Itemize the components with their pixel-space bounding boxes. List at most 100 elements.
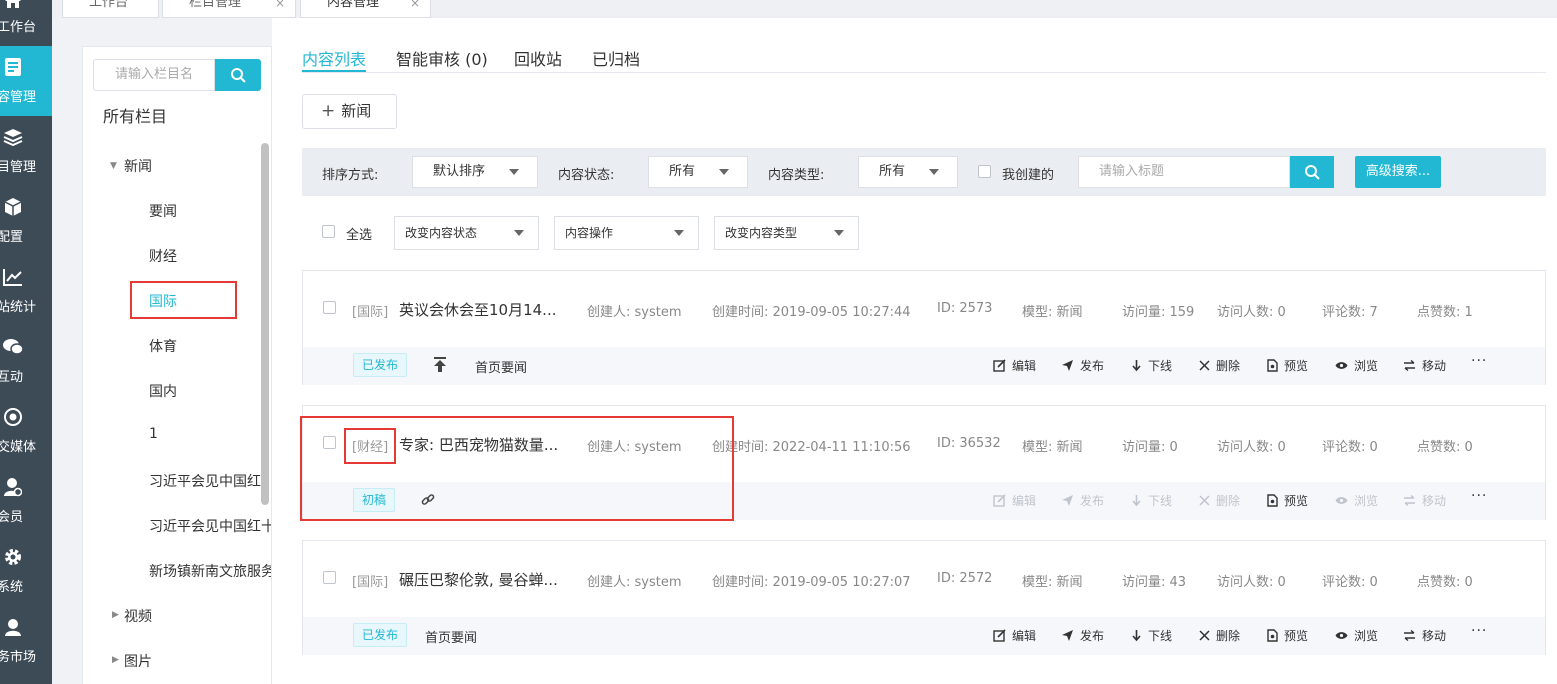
action-label: 发布 bbox=[1080, 359, 1105, 373]
type-select[interactable]: 所有 bbox=[858, 156, 958, 188]
move-button[interactable]: 移动 bbox=[1403, 627, 1446, 644]
tab-label: 工作台 bbox=[89, 0, 129, 10]
action-label: 预览 bbox=[1284, 359, 1309, 373]
publish-button[interactable]: 发布 bbox=[1061, 492, 1104, 509]
browse-button[interactable]: 浏览 bbox=[1335, 357, 1378, 374]
publish-button[interactable]: 发布 bbox=[1061, 357, 1104, 374]
pin-top-icon[interactable] bbox=[433, 357, 447, 377]
edit-button[interactable]: 编辑 bbox=[993, 492, 1036, 509]
offline-button[interactable]: 下线 bbox=[1131, 627, 1172, 644]
change-type-label: 改变内容类型 bbox=[725, 226, 798, 240]
new-button-label: 新闻 bbox=[341, 102, 372, 120]
created-time: 创建时间: 2019-09-05 10:27:07 bbox=[712, 575, 911, 590]
title-search-input[interactable]: 请输入标题 bbox=[1078, 156, 1290, 188]
nav-item-config[interactable]: 配置 bbox=[0, 186, 52, 256]
tree-node-child[interactable]: 要闻 bbox=[149, 201, 177, 221]
tab-archived[interactable]: 已归档 bbox=[592, 46, 640, 70]
close-icon[interactable]: × bbox=[275, 0, 285, 10]
close-icon[interactable]: × bbox=[410, 0, 420, 10]
row-checkbox[interactable] bbox=[323, 571, 336, 584]
nav-item-interact[interactable]: 互动 bbox=[0, 326, 52, 396]
tab-workbench[interactable]: 工作台 bbox=[62, 0, 159, 18]
edit-button[interactable]: 编辑 bbox=[993, 627, 1036, 644]
tab-content-list[interactable]: 内容列表 bbox=[302, 46, 366, 70]
change-status-select[interactable]: 改变内容状态 bbox=[394, 216, 539, 250]
tree-node-child[interactable]: 国内 bbox=[149, 381, 177, 401]
browse-button[interactable]: 浏览 bbox=[1335, 627, 1378, 644]
tree-node-images[interactable]: 图片 bbox=[124, 651, 152, 671]
select-all-label: 全选 bbox=[346, 228, 373, 243]
caret-right-icon[interactable]: ▶ bbox=[112, 655, 119, 665]
likes: 点赞数: 1 bbox=[1417, 305, 1473, 320]
search-icon bbox=[1305, 165, 1320, 180]
more-icon[interactable]: ··· bbox=[1471, 623, 1487, 639]
tree-node-child[interactable]: 财经 bbox=[149, 246, 177, 266]
preview-button[interactable]: 预览 bbox=[1267, 492, 1308, 509]
edit-button[interactable]: 编辑 bbox=[993, 357, 1036, 374]
nav-item-content[interactable]: 容管理 bbox=[0, 46, 52, 116]
preview-button[interactable]: 预览 bbox=[1267, 627, 1308, 644]
move-button[interactable]: 移动 bbox=[1403, 357, 1446, 374]
offline-button[interactable]: 下线 bbox=[1131, 357, 1172, 374]
title-search-button[interactable] bbox=[1290, 156, 1334, 188]
content-operation-label: 内容操作 bbox=[565, 226, 614, 240]
visitors: 访问人数: 0 bbox=[1217, 575, 1286, 590]
content-title[interactable]: 碾压巴黎伦敦, 曼谷蝉... bbox=[399, 569, 558, 590]
tree-scrollbar[interactable] bbox=[261, 143, 269, 505]
tree-node-child[interactable]: 习近平会见中国红 bbox=[149, 471, 261, 491]
tree-node-video[interactable]: 视频 bbox=[124, 606, 152, 626]
tree-node-news[interactable]: 新闻 bbox=[124, 156, 152, 176]
change-status-label: 改变内容状态 bbox=[405, 226, 478, 240]
select-all-checkbox[interactable] bbox=[322, 225, 335, 238]
nav-item-social[interactable]: 交媒体 bbox=[0, 396, 52, 466]
advanced-search-button[interactable]: 高级搜索... bbox=[1355, 156, 1441, 188]
browse-button[interactable]: 浏览 bbox=[1335, 492, 1378, 509]
sort-select[interactable]: 默认排序 bbox=[412, 156, 538, 188]
publish-button[interactable]: 发布 bbox=[1061, 627, 1104, 644]
nav-item-columns[interactable]: 目管理 bbox=[0, 116, 52, 186]
column-search-input[interactable]: 请输入栏目名 bbox=[93, 59, 215, 91]
nav-item-member[interactable]: 会员 bbox=[0, 466, 52, 536]
delete-button[interactable]: 删除 bbox=[1199, 357, 1240, 374]
content-title[interactable]: 英议会休会至10月14... bbox=[399, 299, 556, 320]
content-card: [国际] 碾压巴黎伦敦, 曼谷蝉... 创建人: system 创建时间: 20… bbox=[302, 540, 1546, 655]
nav-item-system[interactable]: 系统 bbox=[0, 536, 52, 606]
tree-node-child[interactable]: 习近平会见中国红十 bbox=[149, 516, 271, 536]
offline-button[interactable]: 下线 bbox=[1131, 492, 1172, 509]
delete-button[interactable]: 删除 bbox=[1199, 627, 1240, 644]
delete-button[interactable]: 删除 bbox=[1199, 492, 1240, 509]
action-label: 浏览 bbox=[1354, 494, 1379, 508]
close-icon bbox=[1199, 630, 1210, 641]
edit-icon bbox=[993, 629, 1006, 642]
tab-column-management[interactable]: 栏目管理 × bbox=[162, 0, 296, 18]
action-label: 发布 bbox=[1080, 494, 1105, 508]
tree-node-child[interactable]: 体育 bbox=[149, 336, 177, 356]
nav-item-stats[interactable]: 站统计 bbox=[0, 256, 52, 326]
nav-item-market[interactable]: 务市场 bbox=[0, 606, 52, 676]
caret-down-icon bbox=[929, 169, 939, 175]
tree-node-child[interactable]: 新场镇新南文旅服务 bbox=[149, 561, 271, 581]
new-news-button[interactable]: + 新闻 bbox=[302, 94, 397, 129]
caret-right-icon[interactable]: ▶ bbox=[112, 610, 119, 620]
tree-node-child[interactable]: 1 bbox=[149, 426, 158, 442]
tab-content-management[interactable]: 内容管理 × bbox=[300, 0, 431, 18]
caret-down-icon[interactable]: ▼ bbox=[110, 161, 117, 171]
change-type-select[interactable]: 改变内容类型 bbox=[714, 216, 859, 250]
content-operation-select[interactable]: 内容操作 bbox=[554, 216, 699, 250]
row-checkbox[interactable] bbox=[323, 301, 336, 314]
preview-button[interactable]: 预览 bbox=[1267, 357, 1308, 374]
status-select[interactable]: 所有 bbox=[648, 156, 748, 188]
content-id: ID: 2573 bbox=[937, 301, 993, 316]
move-button[interactable]: 移动 bbox=[1403, 492, 1446, 509]
tab-smart-review[interactable]: 智能审核 (0) bbox=[396, 46, 488, 70]
action-label: 编辑 bbox=[1012, 359, 1037, 373]
more-icon[interactable]: ··· bbox=[1471, 488, 1487, 504]
nav-label: 互动 bbox=[0, 370, 24, 385]
tab-recycle-bin[interactable]: 回收站 bbox=[514, 46, 562, 70]
model: 模型: 新闻 bbox=[1022, 305, 1083, 320]
recommend-tag: 首页要闻 bbox=[425, 631, 478, 646]
nav-item-workbench[interactable]: 工作台 bbox=[0, 0, 52, 46]
more-icon[interactable]: ··· bbox=[1471, 353, 1487, 369]
mine-checkbox[interactable] bbox=[978, 165, 991, 178]
column-search-button[interactable] bbox=[215, 59, 261, 91]
